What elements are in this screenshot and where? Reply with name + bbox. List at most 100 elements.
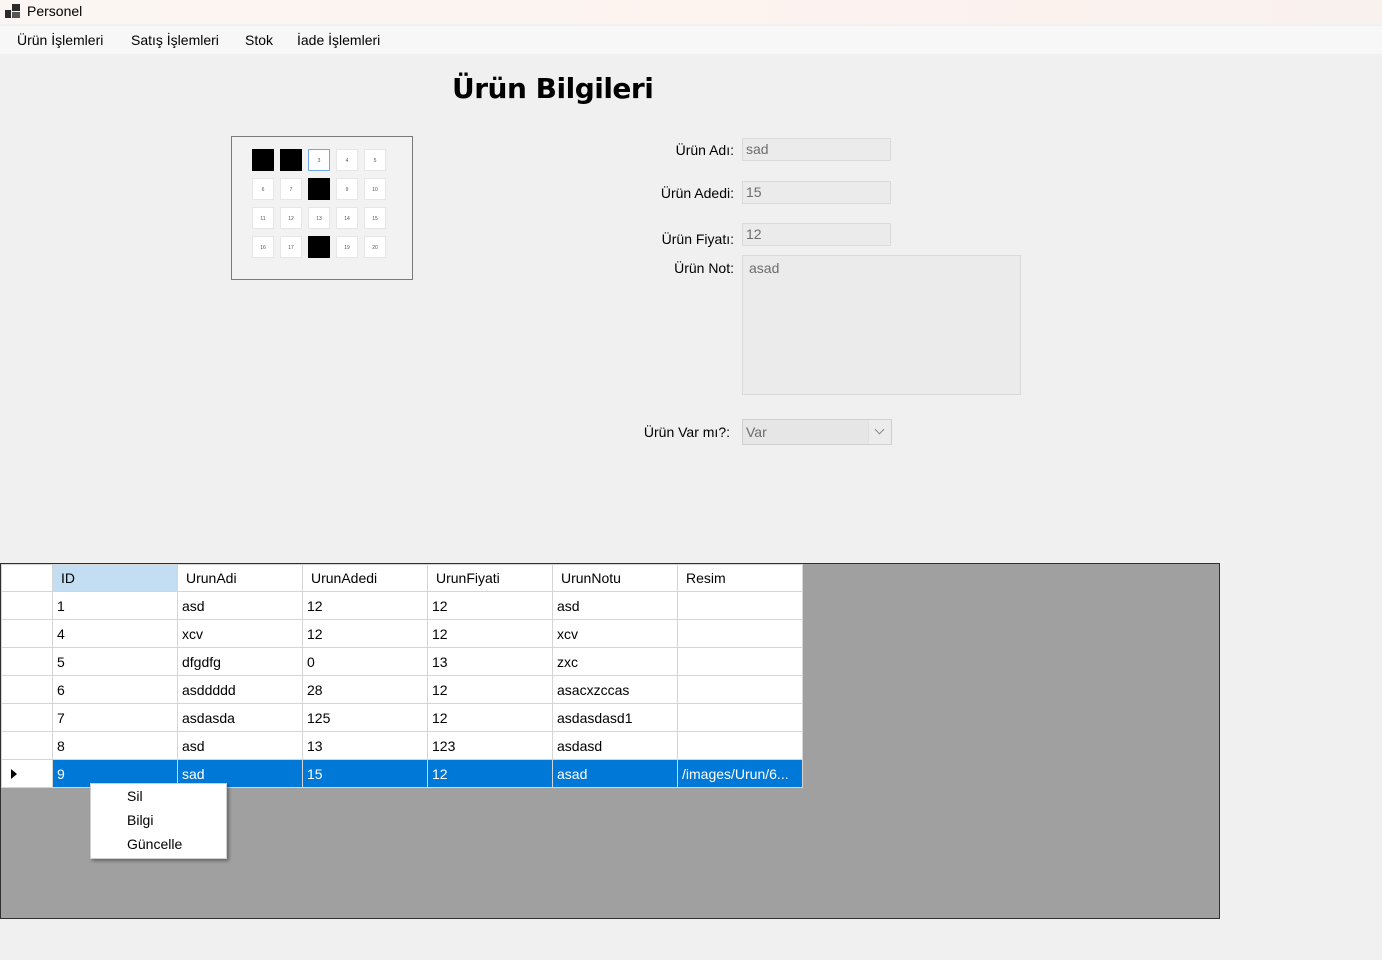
cell-id[interactable]: 6 (52, 675, 178, 704)
cell-id[interactable]: 7 (52, 703, 178, 732)
grid-corner-header[interactable] (1, 564, 53, 592)
cell-urunfiyati[interactable]: 13 (427, 647, 553, 676)
urun-var-value: Var (746, 424, 767, 440)
cell-urunadi[interactable]: asd (177, 731, 303, 760)
image-grid-cell: 15 (364, 207, 386, 229)
cell-urunadi[interactable]: asddddd (177, 675, 303, 704)
product-data-grid[interactable]: ID UrunAdi UrunAdedi UrunFiyati UrunNotu… (0, 563, 1220, 919)
image-grid-cell: 16 (252, 236, 274, 258)
chevron-down-icon[interactable] (868, 420, 891, 444)
window-title: Personel (27, 3, 83, 19)
menu-urun-islemleri[interactable]: Ürün İşlemleri (17, 32, 103, 48)
cell-urunfiyati[interactable]: 12 (427, 703, 553, 732)
cell-urunadi[interactable]: dfgdfg (177, 647, 303, 676)
column-header-urunadi[interactable]: UrunAdi (177, 564, 303, 592)
row-header[interactable] (1, 647, 53, 676)
urun-var-select[interactable]: Var (742, 419, 892, 445)
cell-id[interactable]: 1 (52, 591, 178, 620)
cell-urunnotu[interactable]: zxc (552, 647, 678, 676)
product-image[interactable]: 3 4 5 6 7 9 10 11 12 13 14 15 16 17 19 20 (231, 136, 413, 280)
cell-urunnotu[interactable]: asd (552, 591, 678, 620)
cell-urunadi[interactable]: asd (177, 591, 303, 620)
menu-satis-islemleri[interactable]: Satış İşlemleri (131, 32, 219, 48)
column-header-urunfiyati[interactable]: UrunFiyati (427, 564, 553, 592)
urun-adedi-field[interactable]: 15 (742, 181, 891, 204)
cell-urunadedi[interactable]: 28 (302, 675, 428, 704)
image-grid-cell: 11 (252, 207, 274, 229)
cell-resim[interactable] (677, 647, 803, 676)
label-urun-var: Ürün Var mı?: (643, 424, 730, 440)
row-header[interactable] (1, 759, 53, 788)
cell-urunadedi[interactable]: 13 (302, 731, 428, 760)
cell-urunfiyati[interactable]: 12 (427, 759, 553, 788)
form-title: Ürün Bilgileri (452, 72, 654, 105)
image-grid-cell: 19 (336, 236, 358, 258)
image-grid-cell: 7 (280, 178, 302, 200)
context-menu-sil[interactable]: Sil (127, 788, 143, 804)
column-header-id[interactable]: ID (52, 564, 178, 592)
cell-urunnotu[interactable]: asacxzccas (552, 675, 678, 704)
menu-stok[interactable]: Stok (245, 32, 273, 48)
cell-urunfiyati[interactable]: 12 (427, 591, 553, 620)
column-header-resim[interactable]: Resim (677, 564, 803, 592)
row-header[interactable] (1, 675, 53, 704)
label-urun-fiyati: Ürün Fiyatı: (661, 231, 734, 247)
image-grid-cell: 3 (308, 149, 330, 171)
cell-urunadi[interactable]: xcv (177, 619, 303, 648)
cell-urunadedi[interactable]: 125 (302, 703, 428, 732)
current-row-arrow-icon (11, 768, 17, 779)
grid-table: ID UrunAdi UrunAdedi UrunFiyati UrunNotu… (1, 564, 803, 788)
context-menu-guncelle[interactable]: Güncelle (127, 836, 182, 852)
image-grid-cell (308, 236, 330, 258)
image-grid-cell (280, 149, 302, 171)
row-header[interactable] (1, 731, 53, 760)
cell-urunadedi[interactable]: 12 (302, 591, 428, 620)
image-grid-cell: 17 (280, 236, 302, 258)
cell-urunfiyati[interactable]: 123 (427, 731, 553, 760)
cell-urunadedi[interactable]: 15 (302, 759, 428, 788)
row-header[interactable] (1, 591, 53, 620)
cell-resim[interactable] (677, 703, 803, 732)
image-grid-cell: 9 (336, 178, 358, 200)
cell-urunadedi[interactable]: 0 (302, 647, 428, 676)
column-header-urunadedi[interactable]: UrunAdedi (302, 564, 428, 592)
cell-urunnotu[interactable]: xcv (552, 619, 678, 648)
cell-urunfiyati[interactable]: 12 (427, 619, 553, 648)
cell-id[interactable]: 4 (52, 619, 178, 648)
table-row[interactable]: 6 asddddd 28 12 asacxzccas (1, 675, 803, 704)
row-header[interactable] (1, 703, 53, 732)
image-grid-cell: 10 (364, 178, 386, 200)
cell-id[interactable]: 8 (52, 731, 178, 760)
cell-urunnotu[interactable]: asdasdasd1 (552, 703, 678, 732)
cell-resim[interactable] (677, 731, 803, 760)
image-grid-cell (308, 178, 330, 200)
cell-urunadi[interactable]: asdasda (177, 703, 303, 732)
context-menu-bilgi[interactable]: Bilgi (127, 812, 153, 828)
table-row[interactable]: 7 asdasda 125 12 asdasdasd1 (1, 703, 803, 732)
table-row[interactable]: 8 asd 13 123 asdasd (1, 731, 803, 760)
cell-urunfiyati[interactable]: 12 (427, 675, 553, 704)
cell-urunnotu[interactable]: asad (552, 759, 678, 788)
cell-resim[interactable]: /images/Urun/6... (677, 759, 803, 788)
table-row[interactable]: 1 asd 12 12 asd (1, 591, 803, 620)
menu-iade-islemleri[interactable]: İade İşlemleri (297, 32, 380, 48)
cell-urunnotu[interactable]: asdasd (552, 731, 678, 760)
cell-urunadedi[interactable]: 12 (302, 619, 428, 648)
grid-header-row: ID UrunAdi UrunAdedi UrunFiyati UrunNotu… (1, 564, 803, 592)
label-urun-not: Ürün Not: (674, 260, 734, 276)
urun-not-textarea[interactable]: asad (742, 255, 1021, 395)
cell-resim[interactable] (677, 591, 803, 620)
image-grid-cell (252, 149, 274, 171)
title-bar: Personel (0, 0, 1382, 24)
cell-resim[interactable] (677, 675, 803, 704)
urun-fiyati-field[interactable]: 12 (742, 223, 891, 246)
table-row[interactable]: 5 dfgdfg 0 13 zxc (1, 647, 803, 676)
cell-resim[interactable] (677, 619, 803, 648)
table-row[interactable]: 4 xcv 12 12 xcv (1, 619, 803, 648)
column-header-urunnotu[interactable]: UrunNotu (552, 564, 678, 592)
urun-adi-field[interactable]: sad (742, 138, 891, 161)
cell-id[interactable]: 5 (52, 647, 178, 676)
image-grid-cell: 14 (336, 207, 358, 229)
row-header[interactable] (1, 619, 53, 648)
context-menu: Sil Bilgi Güncelle (90, 783, 227, 859)
